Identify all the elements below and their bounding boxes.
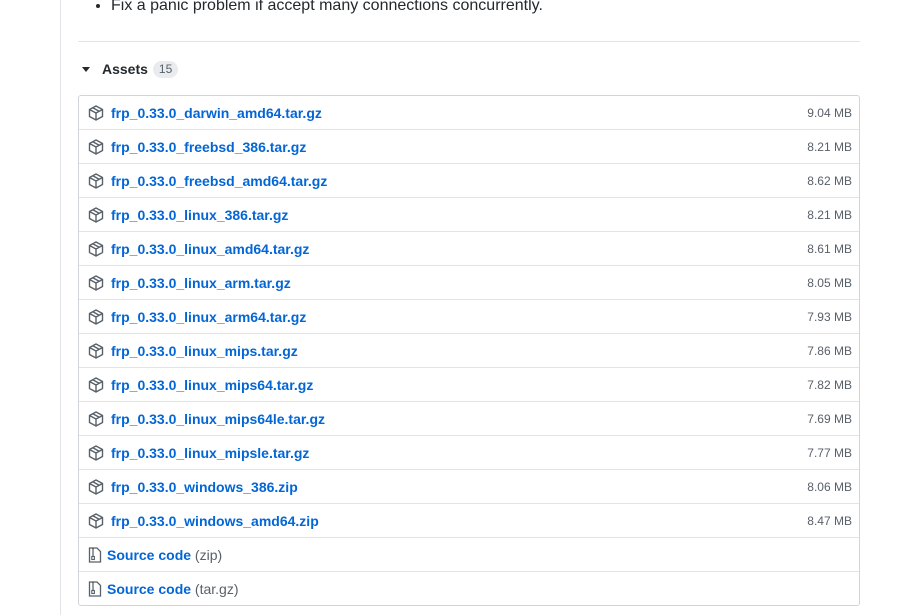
source-code-label: Source code — [107, 580, 192, 597]
asset-row: frp_0.33.0_linux_mips64.tar.gz 7.82 MB — [79, 367, 859, 401]
source-zip-link[interactable]: Source code (zip) — [107, 547, 222, 563]
asset-size: 7.82 MB — [807, 377, 852, 392]
assets-toggle[interactable]: Assets 15 — [80, 58, 179, 80]
package-icon — [88, 207, 104, 223]
asset-size: 9.04 MB — [807, 105, 852, 120]
package-icon — [88, 173, 104, 189]
asset-size: 8.61 MB — [807, 241, 852, 256]
asset-link[interactable]: frp_0.33.0_linux_arm64.tar.gz — [111, 309, 306, 325]
asset-row: frp_0.33.0_linux_386.tar.gz 8.21 MB — [79, 197, 859, 231]
asset-size: 7.86 MB — [807, 343, 852, 358]
package-icon — [88, 241, 104, 257]
asset-row: frp_0.33.0_linux_mips64le.tar.gz 7.69 MB — [79, 401, 859, 435]
package-icon — [88, 479, 104, 495]
source-targz-link[interactable]: Source code (tar.gz) — [107, 581, 239, 597]
asset-row: frp_0.33.0_linux_mipsle.tar.gz 7.77 MB — [79, 435, 859, 469]
asset-link[interactable]: frp_0.33.0_linux_mips.tar.gz — [111, 343, 298, 359]
asset-link[interactable]: frp_0.33.0_freebsd_386.tar.gz — [111, 139, 306, 155]
source-format: (tar.gz) — [194, 580, 239, 597]
source-code-label: Source code — [107, 546, 192, 563]
section-divider — [78, 41, 860, 42]
asset-row: frp_0.33.0_linux_arm.tar.gz 8.05 MB — [79, 265, 859, 299]
asset-row: frp_0.33.0_freebsd_386.tar.gz 8.21 MB — [79, 129, 859, 163]
package-icon — [88, 275, 104, 291]
file-zip-icon — [88, 581, 102, 597]
package-icon — [88, 309, 104, 325]
asset-row: frp_0.33.0_freebsd_amd64.tar.gz 8.62 MB — [79, 163, 859, 197]
left-divider — [60, 0, 61, 615]
asset-row: frp_0.33.0_linux_amd64.tar.gz 8.61 MB — [79, 231, 859, 265]
asset-size: 8.21 MB — [807, 139, 852, 154]
asset-link[interactable]: frp_0.33.0_linux_386.tar.gz — [111, 207, 288, 223]
asset-row: frp_0.33.0_linux_arm64.tar.gz 7.93 MB — [79, 299, 859, 333]
package-icon — [88, 445, 104, 461]
asset-size: 7.77 MB — [807, 445, 852, 460]
package-icon — [88, 343, 104, 359]
assets-title: Assets — [102, 61, 148, 77]
asset-link[interactable]: frp_0.33.0_linux_amd64.tar.gz — [111, 241, 309, 257]
package-icon — [88, 377, 104, 393]
asset-row: frp_0.33.0_windows_386.zip 8.06 MB — [79, 469, 859, 503]
package-icon — [88, 105, 104, 121]
asset-size: 8.62 MB — [807, 173, 852, 188]
asset-size: 8.21 MB — [807, 207, 852, 222]
asset-link[interactable]: frp_0.33.0_freebsd_amd64.tar.gz — [111, 173, 327, 189]
asset-row: frp_0.33.0_darwin_amd64.tar.gz 9.04 MB — [79, 96, 859, 129]
asset-size: 8.47 MB — [807, 513, 852, 528]
asset-row: frp_0.33.0_windows_amd64.zip 8.47 MB — [79, 503, 859, 537]
asset-link[interactable]: frp_0.33.0_windows_amd64.zip — [111, 513, 319, 529]
source-row: Source code (tar.gz) — [79, 571, 859, 605]
asset-link[interactable]: frp_0.33.0_windows_386.zip — [111, 479, 298, 495]
asset-link[interactable]: frp_0.33.0_darwin_amd64.tar.gz — [111, 105, 322, 121]
asset-link[interactable]: frp_0.33.0_linux_arm.tar.gz — [111, 275, 291, 291]
asset-row: frp_0.33.0_linux_mips.tar.gz 7.86 MB — [79, 333, 859, 367]
asset-size: 7.69 MB — [807, 411, 852, 426]
source-row: Source code (zip) — [79, 537, 859, 571]
assets-count-badge: 15 — [152, 60, 179, 78]
package-icon — [88, 411, 104, 427]
asset-link[interactable]: frp_0.33.0_linux_mipsle.tar.gz — [111, 445, 309, 461]
asset-size: 8.06 MB — [807, 479, 852, 494]
package-icon — [88, 139, 104, 155]
asset-size: 8.05 MB — [807, 275, 852, 290]
caret-down-icon — [82, 66, 90, 72]
asset-link[interactable]: frp_0.33.0_linux_mips64le.tar.gz — [111, 411, 325, 427]
package-icon — [88, 513, 104, 529]
release-note-item: Fix a panic problem if accept many conne… — [111, 0, 543, 18]
asset-link[interactable]: frp_0.33.0_linux_mips64.tar.gz — [111, 377, 313, 393]
file-zip-icon — [88, 547, 102, 563]
asset-size: 7.93 MB — [807, 309, 852, 324]
source-format: (zip) — [194, 546, 223, 563]
release-notes: Fix a panic problem if accept many conne… — [93, 0, 543, 18]
assets-list: frp_0.33.0_darwin_amd64.tar.gz 9.04 MB f… — [78, 95, 860, 606]
